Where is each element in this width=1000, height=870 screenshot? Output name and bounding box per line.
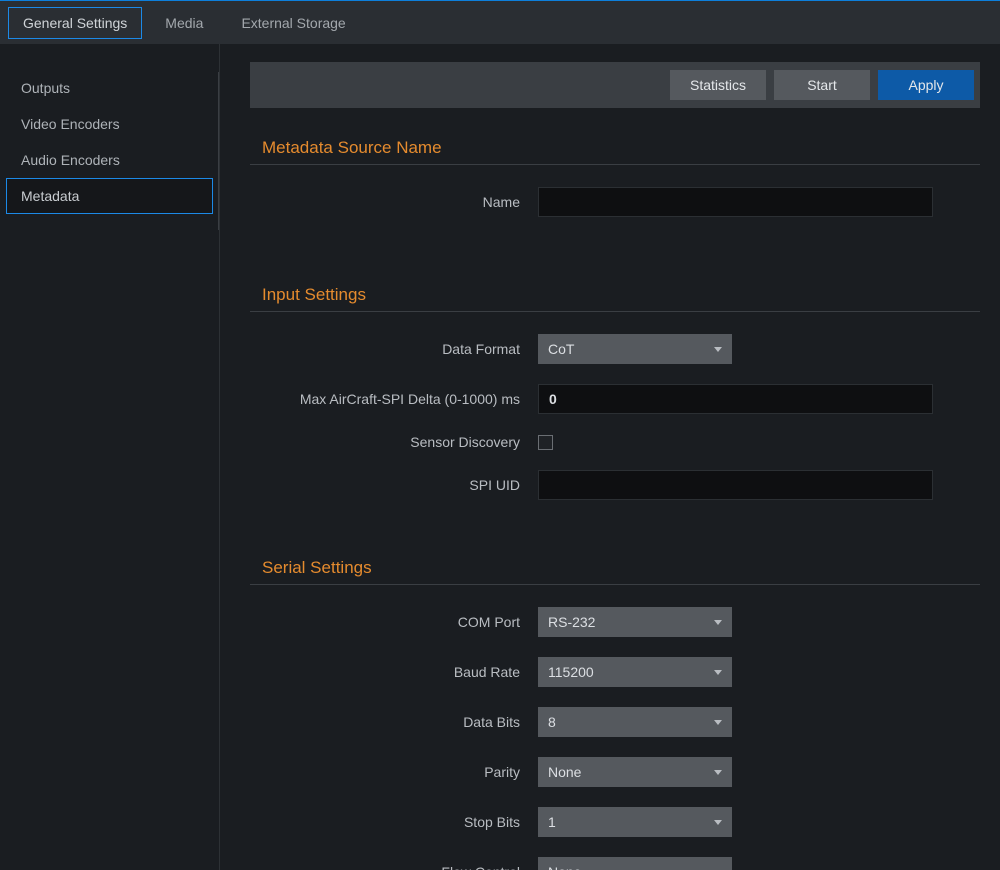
start-button[interactable]: Start bbox=[774, 70, 870, 100]
tab-media[interactable]: Media bbox=[150, 7, 218, 39]
com-port-select[interactable]: RS-232 bbox=[538, 607, 732, 637]
label-max-delta: Max AirCraft-SPI Delta (0-1000) ms bbox=[250, 391, 538, 407]
stop-bits-value: 1 bbox=[548, 814, 556, 830]
apply-button[interactable]: Apply bbox=[878, 70, 974, 100]
label-data-bits: Data Bits bbox=[250, 714, 538, 730]
spi-uid-input[interactable] bbox=[538, 470, 933, 500]
label-parity: Parity bbox=[250, 764, 538, 780]
max-delta-input[interactable] bbox=[538, 384, 933, 414]
parity-select[interactable]: None bbox=[538, 757, 732, 787]
sidebar-item-outputs[interactable]: Outputs bbox=[6, 70, 213, 106]
chevron-down-icon bbox=[714, 347, 722, 352]
label-com-port: COM Port bbox=[250, 614, 538, 630]
action-bar: Statistics Start Apply bbox=[250, 62, 980, 108]
chevron-down-icon bbox=[714, 720, 722, 725]
flow-control-value: None bbox=[548, 864, 581, 870]
section-title-serial-settings: Serial Settings bbox=[262, 558, 980, 578]
divider bbox=[250, 584, 980, 585]
chevron-down-icon bbox=[714, 670, 722, 675]
label-baud-rate: Baud Rate bbox=[250, 664, 538, 680]
stop-bits-select[interactable]: 1 bbox=[538, 807, 732, 837]
tab-general-settings[interactable]: General Settings bbox=[8, 7, 142, 39]
tab-external-storage[interactable]: External Storage bbox=[226, 7, 360, 39]
label-spi-uid: SPI UID bbox=[250, 477, 538, 493]
chevron-down-icon bbox=[714, 820, 722, 825]
label-stop-bits: Stop Bits bbox=[250, 814, 538, 830]
parity-value: None bbox=[548, 764, 581, 780]
sensor-discovery-checkbox[interactable] bbox=[538, 435, 553, 450]
baud-rate-select[interactable]: 115200 bbox=[538, 657, 732, 687]
sidebar-item-metadata[interactable]: Metadata bbox=[6, 178, 213, 214]
content-panel: Statistics Start Apply Metadata Source N… bbox=[220, 44, 1000, 870]
data-bits-value: 8 bbox=[548, 714, 556, 730]
label-name: Name bbox=[250, 194, 538, 210]
top-tabs: General Settings Media External Storage bbox=[0, 1, 1000, 44]
flow-control-select[interactable]: None bbox=[538, 857, 732, 870]
baud-rate-value: 115200 bbox=[548, 664, 594, 680]
label-sensor-discovery: Sensor Discovery bbox=[250, 434, 538, 450]
data-format-value: CoT bbox=[548, 341, 574, 357]
section-title-input-settings: Input Settings bbox=[262, 285, 980, 305]
data-format-select[interactable]: CoT bbox=[538, 334, 732, 364]
name-input[interactable] bbox=[538, 187, 933, 217]
sidebar-item-audio-encoders[interactable]: Audio Encoders bbox=[6, 142, 213, 178]
divider bbox=[250, 164, 980, 165]
statistics-button[interactable]: Statistics bbox=[670, 70, 766, 100]
com-port-value: RS-232 bbox=[548, 614, 595, 630]
chevron-down-icon bbox=[714, 770, 722, 775]
sidebar-item-video-encoders[interactable]: Video Encoders bbox=[6, 106, 213, 142]
data-bits-select[interactable]: 8 bbox=[538, 707, 732, 737]
section-title-metadata-source: Metadata Source Name bbox=[262, 138, 980, 158]
label-flow-control: Flow Control bbox=[250, 864, 538, 870]
label-data-format: Data Format bbox=[250, 341, 538, 357]
divider bbox=[250, 311, 980, 312]
sidebar: Outputs Video Encoders Audio Encoders Me… bbox=[0, 44, 220, 870]
chevron-down-icon bbox=[714, 620, 722, 625]
